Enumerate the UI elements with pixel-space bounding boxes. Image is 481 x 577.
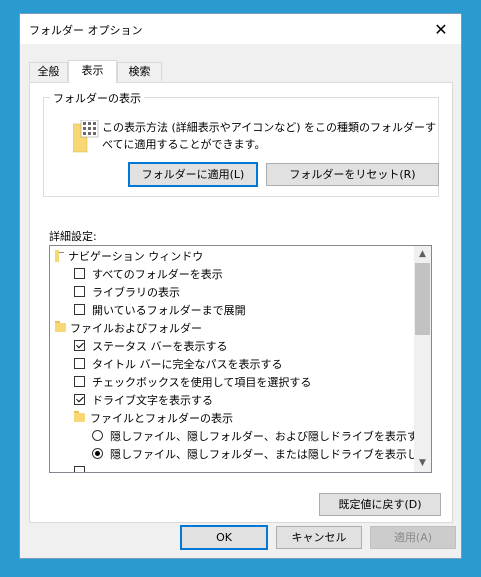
- tree-item-label: ステータス バーを表示する: [92, 340, 228, 353]
- cancel-button[interactable]: キャンセル: [276, 526, 362, 549]
- view-tab-panel: フォルダーの表示 この表示方法 (詳細表示やアイコンなど) をこの種類のフォルダ…: [29, 82, 453, 523]
- folder-view-description: この表示方法 (詳細表示やアイコンなど) をこの種類のフォルダーすべてに適用する…: [102, 121, 437, 151]
- checkbox[interactable]: [74, 340, 85, 351]
- tab-strip: 全般 表示 検索: [29, 60, 449, 83]
- checkbox[interactable]: [74, 376, 85, 387]
- folder-view-group-title: フォルダーの表示: [50, 90, 144, 106]
- checkbox[interactable]: [74, 304, 85, 315]
- ok-button[interactable]: OK: [180, 525, 268, 550]
- close-icon[interactable]: ✕: [421, 14, 461, 44]
- folder-icon: [55, 321, 66, 332]
- restore-defaults-button[interactable]: 既定値に戻す(D): [319, 493, 441, 516]
- radio-button[interactable]: [92, 448, 103, 459]
- tree-item-label: チェックボックスを使用して項目を選択する: [92, 376, 312, 389]
- checkbox[interactable]: [74, 394, 85, 405]
- tree-item-label: ファイルとフォルダーの表示: [90, 412, 233, 425]
- window-title: フォルダー オプション: [29, 24, 143, 37]
- tree-item-label: 隠しファイル、隠しフォルダー、および隠しドライブを表示する: [110, 430, 429, 443]
- tab-search[interactable]: 検索: [117, 62, 162, 81]
- tree-scrollbar[interactable]: ▲ ▼: [414, 246, 431, 472]
- advanced-settings-label: 詳細設定:: [49, 230, 97, 243]
- tab-general[interactable]: 全般: [29, 62, 68, 81]
- reset-folders-button[interactable]: フォルダーをリセット(R): [266, 163, 439, 186]
- tree-item-label: ドライブ文字を表示する: [92, 394, 213, 407]
- scroll-down-icon[interactable]: ▼: [414, 455, 431, 472]
- tree-item-label: タイトル バーに完全なパスを表示する: [92, 358, 283, 371]
- tab-view[interactable]: 表示: [68, 60, 117, 83]
- folder-icon: [74, 411, 85, 422]
- tree-item-label: ライブラリの表示: [92, 286, 180, 299]
- checkbox[interactable]: [74, 466, 85, 472]
- tree-item-label: ファイルおよびフォルダー: [70, 322, 202, 335]
- apply-to-folders-button[interactable]: フォルダーに適用(L): [128, 162, 258, 187]
- title-bar[interactable]: フォルダー オプション ✕: [20, 14, 461, 44]
- tree-item-label: すべてのフォルダーを表示: [92, 268, 223, 281]
- folder-view-icon: [72, 119, 99, 157]
- apply-button[interactable]: 適用(A): [370, 526, 456, 549]
- checkbox[interactable]: [74, 268, 85, 279]
- checkbox[interactable]: [74, 286, 85, 297]
- tree-item-label: ナビゲーション ウィンドウ: [68, 250, 204, 263]
- radio-button[interactable]: [92, 430, 103, 441]
- scroll-up-icon[interactable]: ▲: [414, 246, 431, 263]
- navigation-pane-icon: [55, 250, 65, 267]
- scroll-thumb[interactable]: [415, 263, 430, 335]
- folder-view-group: フォルダーの表示 この表示方法 (詳細表示やアイコンなど) をこの種類のフォルダ…: [43, 90, 439, 197]
- tree-item-label: 開いているフォルダーまで展開: [92, 304, 246, 317]
- checkbox[interactable]: [74, 358, 85, 369]
- tree-item-label: 隠しファイル、隠しフォルダー、または隠しドライブを表示しない: [110, 448, 432, 461]
- advanced-settings-tree[interactable]: ナビゲーション ウィンドウ すべてのフォルダーを表示 ライブラリの表示 開いてい…: [49, 245, 432, 473]
- folder-options-dialog: フォルダー オプション ✕ 全般 表示 検索 フォルダーの表示 この表示方法 (…: [19, 13, 462, 559]
